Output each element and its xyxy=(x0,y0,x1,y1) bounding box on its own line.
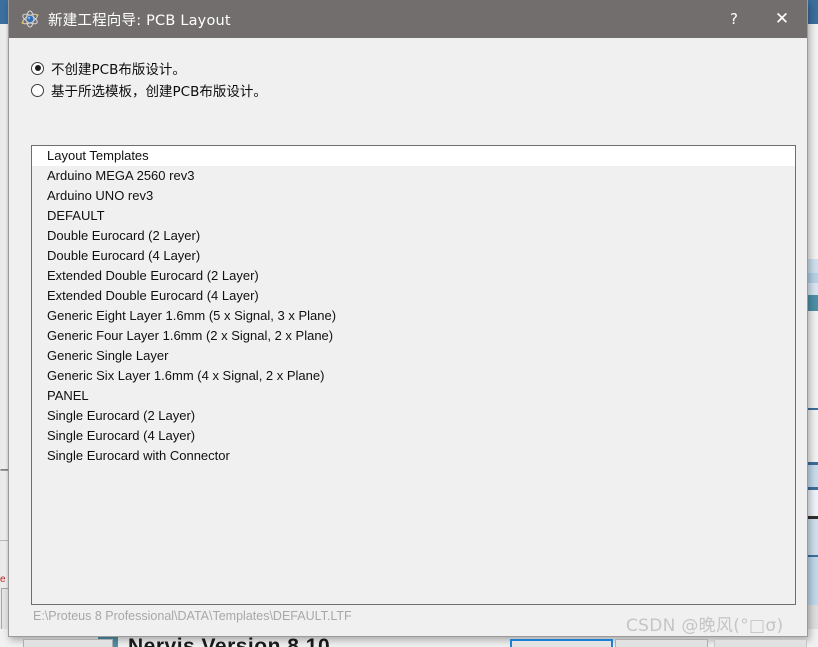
help-button: 帮助 xyxy=(714,639,807,647)
list-item[interactable]: Generic Four Layer 1.6mm (2 x Signal, 2 … xyxy=(32,326,795,346)
screenshot-root: 一同高 e Nervis Version 8.10 xyxy=(0,0,818,647)
listbox-header: Layout Templates xyxy=(32,146,795,166)
radio-option-from-template-label: 基于所选模板，创建PCB布版设计。 xyxy=(51,84,267,100)
list-item[interactable]: Arduino UNO rev3 xyxy=(32,186,795,206)
list-item[interactable]: Generic Eight Layer 1.6mm (5 x Signal, 3… xyxy=(32,306,795,326)
radio-option-no-pcb-label: 不创建PCB布版设计。 xyxy=(51,62,186,78)
cancel-button[interactable]: 取消 xyxy=(615,639,708,647)
list-item[interactable]: Single Eurocard with Connector xyxy=(32,446,795,466)
list-item[interactable]: Arduino MEGA 2560 rev3 xyxy=(32,166,795,186)
dialog-titlebar: 新建工程向导: PCB Layout ? ✕ xyxy=(9,0,807,38)
radio-button-from-template-indicator[interactable] xyxy=(31,83,44,97)
list-item[interactable]: Single Eurocard (4 Layer) xyxy=(32,426,795,446)
help-titlebar-button[interactable]: ? xyxy=(711,0,757,38)
list-item[interactable]: Single Eurocard (2 Layer) xyxy=(32,406,795,426)
radio-button-no-pcb-indicator[interactable] xyxy=(31,61,44,75)
next-button[interactable]: 下一步 xyxy=(510,639,613,647)
radio-option-no-pcb[interactable]: 不创建PCB布版设计。 xyxy=(31,57,807,79)
dialog-body: 不创建PCB布版设计。 基于所选模板，创建PCB布版设计。 Layout Tem… xyxy=(9,38,807,647)
proteus-atom-icon xyxy=(21,10,39,28)
radio-option-from-template[interactable]: 基于所选模板，创建PCB布版设计。 xyxy=(31,79,807,101)
list-item[interactable]: Generic Six Layer 1.6mm (4 x Signal, 2 x… xyxy=(32,366,795,386)
list-item[interactable]: Generic Single Layer xyxy=(32,346,795,366)
list-item[interactable]: Extended Double Eurocard (4 Layer) xyxy=(32,286,795,306)
list-item[interactable]: PANEL xyxy=(32,386,795,406)
selected-template-path: E:\Proteus 8 Professional\DATA\Templates… xyxy=(33,609,352,623)
list-item[interactable]: DEFAULT xyxy=(32,206,795,226)
new-project-wizard-dialog: 新建工程向导: PCB Layout ? ✕ 不创建PCB布版设计。 基于所选模… xyxy=(8,0,808,647)
close-icon[interactable]: ✕ xyxy=(757,0,807,38)
background-left-red-text: e xyxy=(0,574,6,585)
back-button[interactable]: 后退 xyxy=(23,639,113,647)
list-item[interactable]: Double Eurocard (2 Layer) xyxy=(32,226,795,246)
layout-templates-listbox[interactable]: Layout Templates Arduino MEGA 2560 rev3 … xyxy=(31,145,796,605)
dialog-footer: 后退 下一步 取消 帮助 xyxy=(9,634,807,647)
list-item[interactable]: Double Eurocard (4 Layer) xyxy=(32,246,795,266)
dialog-title: 新建工程向导: PCB Layout xyxy=(48,12,231,29)
list-item[interactable]: Extended Double Eurocard (2 Layer) xyxy=(32,266,795,286)
listbox-items: Arduino MEGA 2560 rev3 Arduino UNO rev3 … xyxy=(32,166,795,466)
titlebar-buttons: ? ✕ xyxy=(711,0,807,38)
